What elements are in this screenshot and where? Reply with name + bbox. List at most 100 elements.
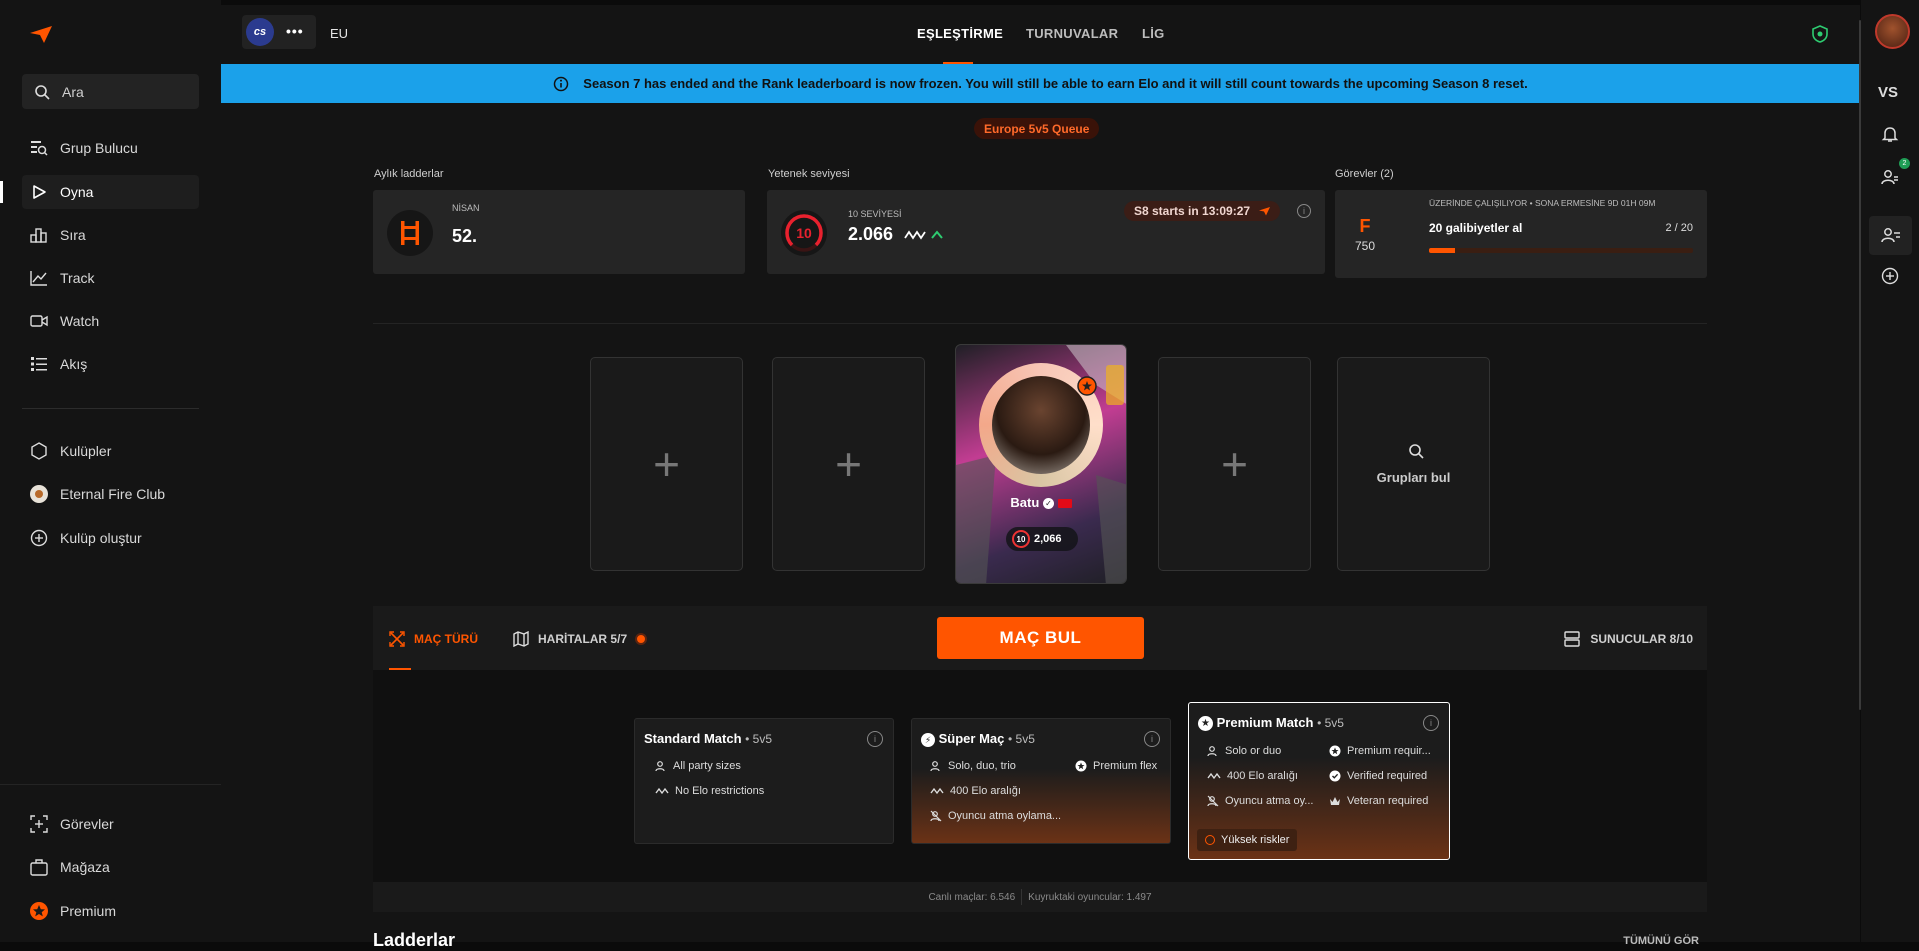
mission-card[interactable]: F 750 ÜZERİNDE ÇALIŞILIYOR • SONA ERMESİ… xyxy=(1335,190,1707,278)
premium-star-icon xyxy=(1077,376,1097,396)
search-input[interactable]: Ara xyxy=(22,74,199,109)
sidebar-item-track[interactable]: Track xyxy=(22,261,199,295)
super-info-icon[interactable]: i xyxy=(1144,731,1160,747)
elo-trend-icon xyxy=(930,787,944,795)
skill-level-card[interactable]: 10 10 SEVİYESİ 2.066 S8 starts in 13:09:… xyxy=(767,190,1325,274)
friends-icon[interactable] xyxy=(1881,168,1899,186)
crown-icon xyxy=(1330,797,1340,805)
bell-icon[interactable] xyxy=(1881,125,1899,143)
risk-icon xyxy=(1205,835,1215,845)
sidebar-item-sira[interactable]: Sıra xyxy=(22,218,199,252)
server-icon xyxy=(1564,631,1581,647)
versus-button[interactable]: VS xyxy=(1878,84,1898,101)
ladders-section-label: Aylık ladderlar xyxy=(374,168,444,180)
mission-caption: ÜZERİNDE ÇALIŞILIYOR • SONA ERMESİNE 9D … xyxy=(1429,198,1656,208)
tab-turnuvalar[interactable]: TURNUVALAR xyxy=(1026,26,1118,41)
sidebar-item-kulup-olustur[interactable]: Kulüp oluştur xyxy=(22,521,199,555)
queue-badge: Europe 5v5 Queue xyxy=(974,118,1100,139)
verified-icon: ✓ xyxy=(1042,498,1054,510)
sidebar-item-kulupler[interactable]: Kulüpler xyxy=(22,434,199,468)
sidebar-item-oyna[interactable]: Oyna xyxy=(22,175,199,209)
find-groups-slot[interactable]: Grupları bul xyxy=(1337,357,1490,571)
premium-match-card[interactable]: ★ Premium Match • 5v5 i Solo or duo 400 … xyxy=(1188,702,1450,860)
player-level-icon: 10 xyxy=(1012,530,1030,548)
sidebar-item-magaza[interactable]: Mağaza xyxy=(22,850,199,884)
sidebar-item-label: Mağaza xyxy=(60,859,110,875)
monthly-ladder-card[interactable]: NİSAN 52. xyxy=(373,190,745,274)
feature-text: Veteran required xyxy=(1347,795,1429,807)
skill-level-badge: 10 xyxy=(781,210,827,256)
feature-premium-required: Premium requir... xyxy=(1329,745,1431,757)
live-matches: Canlı maçlar: 6.546 xyxy=(928,891,1016,903)
region-label[interactable]: EU xyxy=(330,26,348,41)
user-avatar[interactable] xyxy=(1875,14,1910,49)
player-elo: 2,066 xyxy=(1034,533,1062,545)
feature-kick-vote: Oyuncu atma oylama... xyxy=(930,810,1061,822)
sidebar-item-label: Eternal Fire Club xyxy=(60,486,166,502)
add-player-slot-3[interactable]: + xyxy=(1158,357,1311,571)
sidebar-item-premium[interactable]: Premium xyxy=(22,894,199,928)
season8-timer-text: S8 starts in 13:09:27 xyxy=(1134,204,1251,218)
feature-text: Solo, duo, trio xyxy=(948,760,1016,772)
premium-info-icon[interactable]: i xyxy=(1423,715,1439,731)
sidebar-item-watch[interactable]: Watch xyxy=(22,304,199,338)
sidebar-item-grup-bulucu[interactable]: Grup Bulucu xyxy=(22,131,199,165)
game-selector[interactable]: cs ••• xyxy=(242,15,316,49)
sidebar-item-label: Kulüp oluştur xyxy=(60,530,142,546)
sidebar-item-eternal-fire-club[interactable]: Eternal Fire Club xyxy=(22,477,199,511)
cs2-game-icon: cs xyxy=(246,18,274,46)
super-match-card[interactable]: ⚡ Süper Maç • 5v5 i Solo, duo, trio 400 … xyxy=(911,718,1171,844)
feature-elo: No Elo restrictions xyxy=(655,785,764,797)
right-sidebar: VS 2 xyxy=(1861,0,1919,942)
skill-info-icon[interactable]: i xyxy=(1297,204,1311,218)
add-player-slot-1[interactable]: + xyxy=(590,357,743,571)
queue-stats-bar: Canlı maçlar: 6.546 Kuyruktaki oyuncular… xyxy=(373,882,1707,912)
feed-icon xyxy=(28,353,50,375)
standard-match-name: Standard Match xyxy=(644,731,742,746)
active-indicator xyxy=(0,181,3,203)
player-card[interactable]: Batu ✓ 10 2,066 xyxy=(955,344,1127,584)
season-banner: Season 7 has ended and the Rank leaderbo… xyxy=(221,64,1860,103)
ranking-icon xyxy=(28,224,50,246)
queued-players: Kuyruktaki oyuncular: 1.497 xyxy=(1028,891,1152,903)
see-all-link[interactable]: TÜMÜNÜ GÖR xyxy=(1623,935,1699,947)
feature-veteran: Veteran required xyxy=(1329,795,1428,807)
plus-circle-icon[interactable] xyxy=(1881,267,1899,285)
plus-circle-icon xyxy=(28,527,50,549)
add-player-slot-2[interactable]: + xyxy=(772,357,925,571)
search-placeholder: Ara xyxy=(62,83,84,100)
ladder-icon xyxy=(387,210,433,256)
elo-trend-icon xyxy=(655,787,669,795)
feature-text: Premium requir... xyxy=(1347,745,1431,757)
player-name-row: Batu ✓ xyxy=(956,495,1126,510)
sidebar-item-akis[interactable]: Akış xyxy=(22,347,199,381)
super-match-title: ⚡ Süper Maç • 5v5 xyxy=(921,731,1035,747)
standard-match-card[interactable]: Standard Match • 5v5 i All party sizes N… xyxy=(634,718,894,844)
tab-match-type[interactable]: MAÇ TÜRÜ xyxy=(389,631,478,647)
tab-eslestirme[interactable]: EŞLEŞTİRME xyxy=(917,26,1003,41)
more-options-icon[interactable]: ••• xyxy=(286,23,304,39)
main-content: cs ••• EU EŞLEŞTİRME TURNUVALAR LİG Seas… xyxy=(221,5,1860,950)
sidebar-item-label: Akış xyxy=(60,356,88,372)
servers-label: SUNUCULAR 8/10 xyxy=(1590,632,1693,646)
faceit-logo-icon[interactable] xyxy=(28,24,52,44)
feature-kick-vote: Oyuncu atma oy... xyxy=(1207,795,1313,807)
ladder-month: NİSAN xyxy=(452,203,480,213)
mission-badge: F 750 xyxy=(1351,216,1379,253)
standard-match-mode: • 5v5 xyxy=(745,732,773,746)
elo-trend-icon xyxy=(1207,772,1221,780)
party-finder-button[interactable] xyxy=(1869,216,1912,255)
servers-button[interactable]: SUNUCULAR 8/10 xyxy=(1564,631,1693,647)
premium-match-mode: • 5v5 xyxy=(1317,716,1344,730)
find-match-button[interactable]: MAÇ BUL xyxy=(937,617,1144,659)
mission-progress-text: 2 / 20 xyxy=(1665,222,1693,234)
sidebar-item-gorevler[interactable]: Görevler xyxy=(22,807,199,841)
tab-maps[interactable]: HARİTALAR 5/7 xyxy=(513,631,648,647)
high-risk-badge: Yüksek riskler xyxy=(1197,829,1298,851)
tab-lig[interactable]: LİG xyxy=(1142,26,1165,41)
premium-icon xyxy=(1075,760,1087,772)
kick-vote-icon xyxy=(930,810,942,822)
premium-match-name: Premium Match xyxy=(1216,715,1314,730)
standard-info-icon[interactable]: i xyxy=(867,731,883,747)
anticheat-shield-icon[interactable] xyxy=(1812,25,1828,43)
